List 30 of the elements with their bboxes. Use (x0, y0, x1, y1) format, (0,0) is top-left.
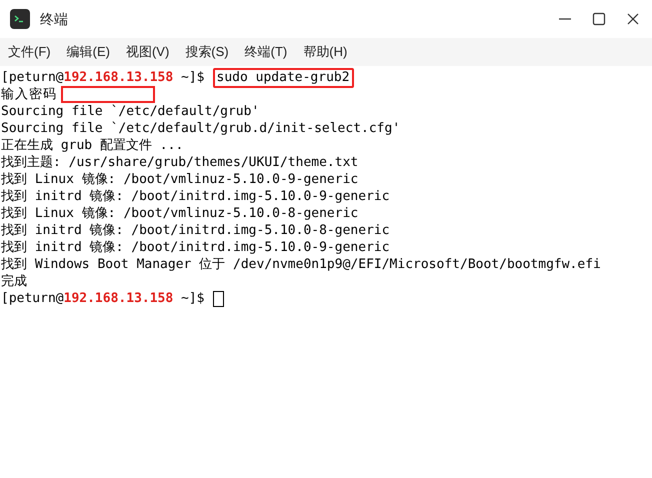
password-prompt: 输入密码 (1, 86, 57, 103)
close-icon[interactable] (626, 12, 640, 26)
output-line: 完成 (1, 273, 27, 290)
maximize-icon[interactable] (592, 12, 606, 26)
prompt-user: [peturn@ (1, 290, 64, 307)
output-line: 找到 Linux 镜像: /boot/vmlinuz-5.10.0-9-generic (1, 171, 358, 188)
menu-item[interactable]: 文件(F) (8, 42, 51, 62)
prompt-user: [peturn@ (1, 69, 64, 86)
window-title: 终端 (40, 10, 68, 28)
output-line: 找到 initrd 镜像: /boot/initrd.img-5.10.0-9-generic (1, 239, 390, 256)
prompt-host: 192.168.13.158 (64, 290, 174, 307)
output-line: Sourcing file `/etc/default/grub.d/init-select.cfg' (1, 120, 400, 137)
output-line: 找到 Linux 镜像: /boot/vmlinuz-5.10.0-8-generic (1, 205, 358, 222)
menu-item[interactable]: 搜索(S) (185, 42, 229, 62)
prompt-path: ~]$ (180, 290, 205, 307)
text-cursor (212, 290, 224, 306)
output-line: 找到主题: /usr/share/grub/themes/UKUI/theme.txt (1, 154, 358, 171)
menu-item[interactable]: 编辑(E) (66, 42, 110, 62)
output-line: 正在生成 grub 配置文件 ... (1, 137, 184, 154)
command-text: sudo update-grub2 (212, 68, 354, 88)
prompt-host: 192.168.13.158 (64, 69, 174, 86)
output-line: 找到 initrd 镜像: /boot/initrd.img-5.10.0-9-generic (1, 188, 390, 205)
terminal-app-icon (10, 9, 30, 29)
output-line: Sourcing file `/etc/default/grub' (1, 103, 260, 120)
menu-item[interactable]: 帮助(H) (303, 42, 348, 62)
output-line: 找到 initrd 镜像: /boot/initrd.img-5.10.0-8-generic (1, 222, 390, 239)
output-line: 找到 Windows Boot Manager 位于 /dev/nvme0n1p9@/EFI/Microsoft/Boot/bootmgfw.efi (1, 256, 601, 273)
menu-item[interactable]: 终端(T) (244, 42, 288, 62)
menu-item[interactable]: 视图(V) (126, 42, 170, 62)
prompt-path: ~]$ (180, 69, 205, 86)
